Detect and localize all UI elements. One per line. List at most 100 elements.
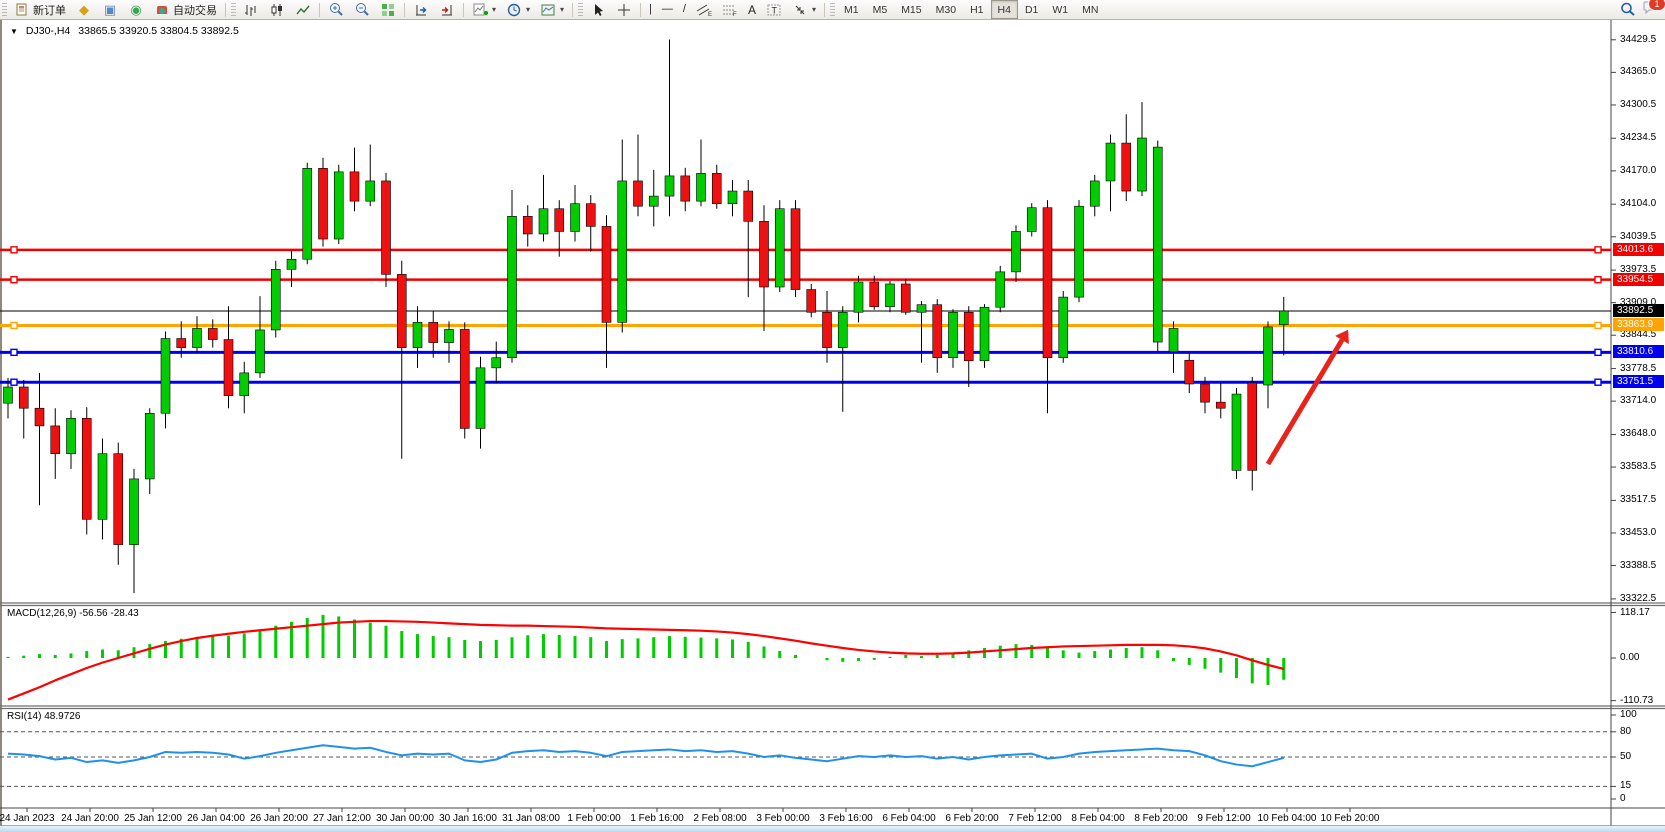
candle-bull[interactable] [413, 322, 422, 347]
candle-bull[interactable] [886, 284, 895, 307]
timeframe-button-M5[interactable]: M5 [866, 0, 895, 19]
candle-bull[interactable] [728, 191, 737, 204]
line-handle[interactable] [11, 379, 17, 385]
price-tag-33892.5[interactable]: 33892.5 [1613, 304, 1664, 317]
candle-bull[interactable] [1075, 206, 1084, 297]
candle-bull[interactable] [665, 176, 674, 196]
candlestick-chart-button[interactable] [264, 0, 290, 20]
candle-bear[interactable] [397, 274, 406, 347]
quotes-button[interactable]: ◆ [71, 0, 97, 20]
candle-bull[interactable] [1138, 138, 1147, 191]
new-order-button[interactable]: 新订单 [9, 0, 71, 20]
candle-bear[interactable] [823, 312, 832, 347]
text-button[interactable]: A [743, 0, 761, 20]
price-tag-33863.9[interactable]: 33863.9 [1613, 318, 1664, 331]
line-chart-button[interactable] [290, 0, 316, 20]
candle-bull[interactable] [98, 454, 107, 520]
candle-bear[interactable] [114, 454, 123, 545]
candle-bear[interactable] [681, 176, 690, 201]
candle-bear[interactable] [19, 387, 28, 408]
candle-bull[interactable] [508, 216, 517, 357]
candle-bear[interactable] [555, 209, 564, 232]
arrows-button[interactable]: ▾ [787, 0, 821, 20]
candle-bull[interactable] [949, 312, 958, 357]
tile-windows-button[interactable] [375, 0, 401, 20]
candle-bull[interactable] [193, 328, 202, 347]
candle-bull[interactable] [4, 387, 13, 403]
candle-bear[interactable] [744, 191, 753, 221]
candle-bull[interactable] [287, 259, 296, 269]
candle-bull[interactable] [1279, 311, 1288, 325]
candle-bear[interactable] [1185, 360, 1194, 384]
candle-bull[interactable] [571, 204, 580, 232]
candle-bull[interactable] [1232, 394, 1241, 470]
candle-bear[interactable] [602, 226, 611, 322]
line-handle[interactable] [1595, 322, 1601, 328]
toolbar-grip[interactable] [578, 3, 583, 17]
fibonacci-button[interactable]: F [717, 0, 743, 20]
candle-bull[interactable] [1027, 208, 1036, 232]
zoom-out-button[interactable] [349, 0, 375, 20]
candle-bull[interactable] [618, 181, 627, 322]
candle-bull[interactable] [161, 339, 170, 414]
candle-bear[interactable] [901, 284, 910, 312]
price-tag-33810.6[interactable]: 33810.6 [1613, 345, 1664, 358]
bar-chart-button[interactable] [238, 0, 264, 20]
candle-bull[interactable] [366, 181, 375, 201]
candle-bull[interactable] [256, 330, 265, 373]
candle-bull[interactable] [1264, 327, 1273, 385]
candle-bear[interactable] [586, 204, 595, 227]
candle-bull[interactable] [445, 329, 454, 342]
line-handle[interactable] [11, 277, 17, 283]
candle-bull[interactable] [1012, 231, 1021, 271]
candle-bear[interactable] [460, 329, 469, 428]
candle-bull[interactable] [67, 418, 76, 453]
candle-bull[interactable] [980, 307, 989, 361]
toolbar-grip[interactable] [231, 3, 236, 17]
candle-bear[interactable] [1216, 402, 1225, 408]
candle-bear[interactable] [791, 209, 800, 290]
candle-bear[interactable] [224, 340, 233, 396]
indicators-button[interactable]: ▾ [467, 0, 501, 20]
crosshair-button[interactable] [611, 0, 637, 20]
candle-bear[interactable] [634, 181, 643, 206]
candle-bull[interactable] [854, 282, 863, 312]
toolbar-grip[interactable] [830, 3, 835, 17]
price-tag-33751.5[interactable]: 33751.5 [1613, 375, 1664, 388]
candle-bear[interactable] [523, 216, 532, 234]
candle-bull[interactable] [240, 373, 249, 396]
chart-canvas[interactable] [0, 20, 1665, 826]
candle-bull[interactable] [145, 413, 154, 479]
candle-bear[interactable] [1043, 208, 1052, 358]
templates-button[interactable]: ▾ [535, 0, 569, 20]
price-tag-34013.6[interactable]: 34013.6 [1613, 243, 1664, 256]
chat-button[interactable]: 1 [1643, 1, 1659, 18]
collapse-triangle-icon[interactable]: ▼ [10, 27, 18, 36]
candle-bear[interactable] [429, 322, 438, 342]
candle-bear[interactable] [1248, 383, 1257, 470]
candle-bear[interactable] [35, 408, 44, 426]
candle-bear[interactable] [319, 168, 328, 239]
horizontal-line-button[interactable]: — [657, 0, 678, 20]
community-button[interactable]: ▣ [97, 0, 123, 20]
periods-button[interactable]: ▾ [501, 0, 535, 20]
vertical-line-button[interactable]: | [644, 0, 657, 20]
candle-bull[interactable] [303, 168, 312, 259]
candle-bear[interactable] [712, 173, 721, 203]
signals-button[interactable]: ◉ [123, 0, 149, 20]
candle-bull[interactable] [996, 272, 1005, 307]
candle-bull[interactable] [917, 305, 926, 313]
candle-bull[interactable] [1106, 143, 1115, 181]
candle-bear[interactable] [177, 339, 186, 348]
autotrade-button[interactable]: 自动交易 [149, 0, 222, 20]
candle-bear[interactable] [870, 282, 879, 307]
candle-bull[interactable] [1090, 181, 1099, 206]
candle-bull[interactable] [539, 209, 548, 234]
line-handle[interactable] [11, 322, 17, 328]
line-handle[interactable] [11, 247, 17, 253]
line-handle[interactable] [1595, 349, 1601, 355]
text-label-button[interactable]: T [761, 0, 787, 20]
candle-bull[interactable] [838, 312, 847, 347]
candle-bear[interactable] [1122, 143, 1131, 191]
zoom-in-button[interactable] [323, 0, 349, 20]
